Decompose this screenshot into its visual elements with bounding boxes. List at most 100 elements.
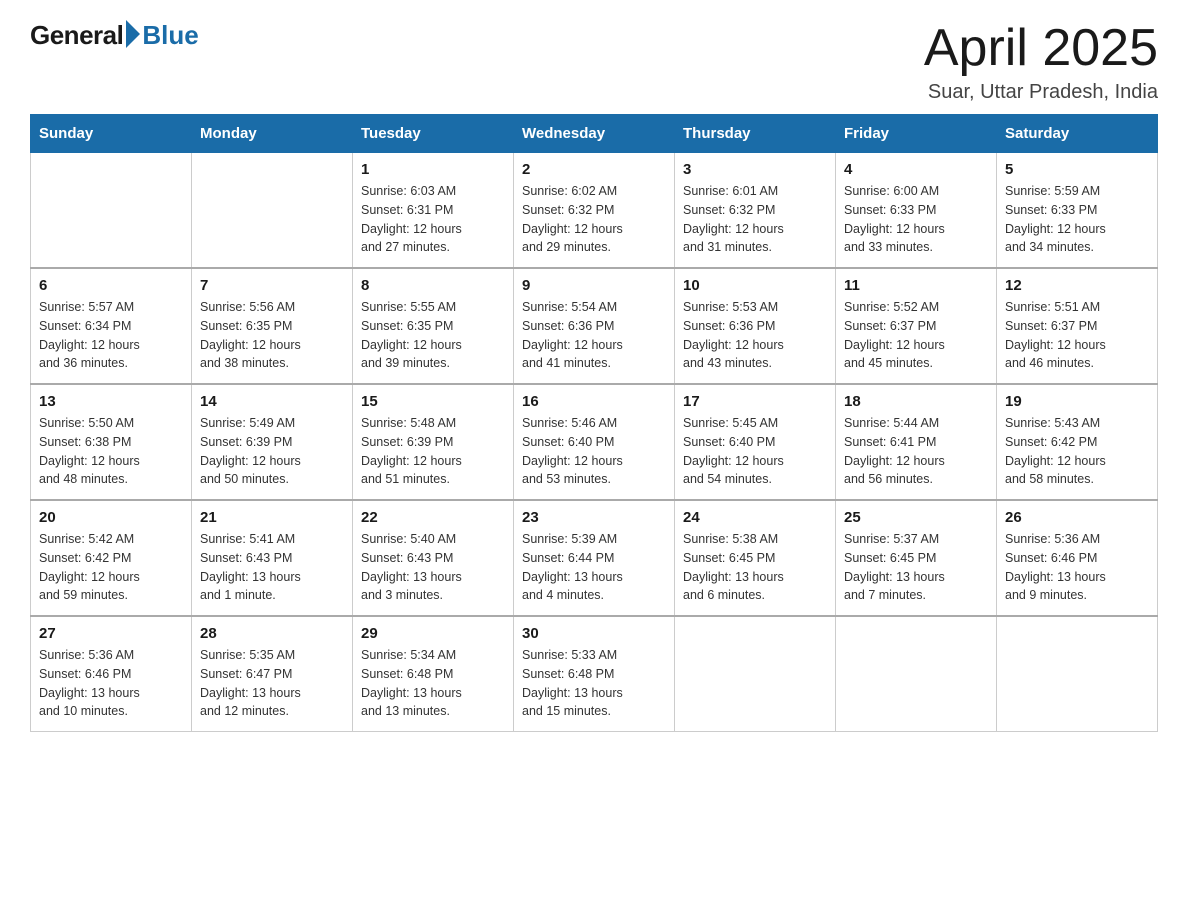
day-number: 17 <box>683 393 827 410</box>
day-info: Sunrise: 5:34 AM Sunset: 6:48 PM Dayligh… <box>361 646 505 721</box>
day-number: 8 <box>361 277 505 294</box>
month-title: April 2025 <box>924 20 1158 77</box>
day-info: Sunrise: 6:03 AM Sunset: 6:31 PM Dayligh… <box>361 182 505 257</box>
day-info: Sunrise: 5:57 AM Sunset: 6:34 PM Dayligh… <box>39 298 183 373</box>
day-number: 3 <box>683 161 827 178</box>
day-number: 10 <box>683 277 827 294</box>
day-info: Sunrise: 5:33 AM Sunset: 6:48 PM Dayligh… <box>522 646 666 721</box>
col-header-saturday: Saturday <box>997 115 1158 153</box>
calendar-cell: 7 Sunrise: 5:56 AM Sunset: 6:35 PM Daylig… <box>192 268 353 384</box>
day-number: 28 <box>200 625 344 642</box>
calendar-cell: 4 Sunrise: 6:00 AM Sunset: 6:33 PM Daylig… <box>836 153 997 269</box>
calendar-cell: 6 Sunrise: 5:57 AM Sunset: 6:34 PM Daylig… <box>31 268 192 384</box>
day-info: Sunrise: 6:01 AM Sunset: 6:32 PM Dayligh… <box>683 182 827 257</box>
calendar-cell: 30 Sunrise: 5:33 AM Sunset: 6:48 PM Dayli… <box>514 616 675 732</box>
calendar-cell: 13 Sunrise: 5:50 AM Sunset: 6:38 PM Dayli… <box>31 384 192 500</box>
col-header-thursday: Thursday <box>675 115 836 153</box>
day-number: 30 <box>522 625 666 642</box>
location-title: Suar, Uttar Pradesh, India <box>924 81 1158 104</box>
calendar-cell <box>31 153 192 269</box>
calendar-cell: 25 Sunrise: 5:37 AM Sunset: 6:45 PM Dayli… <box>836 500 997 616</box>
day-info: Sunrise: 5:36 AM Sunset: 6:46 PM Dayligh… <box>1005 530 1149 605</box>
calendar-cell <box>675 616 836 732</box>
col-header-wednesday: Wednesday <box>514 115 675 153</box>
day-number: 22 <box>361 509 505 526</box>
day-number: 25 <box>844 509 988 526</box>
calendar-week-5: 27 Sunrise: 5:36 AM Sunset: 6:46 PM Dayli… <box>31 616 1158 732</box>
day-number: 23 <box>522 509 666 526</box>
day-number: 19 <box>1005 393 1149 410</box>
calendar-cell <box>192 153 353 269</box>
day-info: Sunrise: 5:56 AM Sunset: 6:35 PM Dayligh… <box>200 298 344 373</box>
calendar-cell: 14Sunrise: 5:49 AM Sunset: 6:39 PM Dayli… <box>192 384 353 500</box>
day-number: 27 <box>39 625 183 642</box>
day-info: Sunrise: 5:48 AM Sunset: 6:39 PM Dayligh… <box>361 414 505 489</box>
day-number: 14 <box>200 393 344 410</box>
calendar-cell: 26 Sunrise: 5:36 AM Sunset: 6:46 PM Dayli… <box>997 500 1158 616</box>
day-number: 6 <box>39 277 183 294</box>
day-number: 2 <box>522 161 666 178</box>
logo-general-text: General <box>30 20 123 51</box>
day-info: Sunrise: 5:53 AM Sunset: 6:36 PM Dayligh… <box>683 298 827 373</box>
day-info: Sunrise: 5:40 AM Sunset: 6:43 PM Dayligh… <box>361 530 505 605</box>
day-info: Sunrise: 5:41 AM Sunset: 6:43 PM Dayligh… <box>200 530 344 605</box>
day-info: Sunrise: 5:54 AM Sunset: 6:36 PM Dayligh… <box>522 298 666 373</box>
day-info: Sunrise: 5:51 AM Sunset: 6:37 PM Dayligh… <box>1005 298 1149 373</box>
day-info: Sunrise: 5:45 AM Sunset: 6:40 PM Dayligh… <box>683 414 827 489</box>
day-info: Sunrise: 5:50 AM Sunset: 6:38 PM Dayligh… <box>39 414 183 489</box>
calendar-cell: 24Sunrise: 5:38 AM Sunset: 6:45 PM Dayli… <box>675 500 836 616</box>
calendar-cell: 29 Sunrise: 5:34 AM Sunset: 6:48 PM Dayli… <box>353 616 514 732</box>
calendar-cell: 21Sunrise: 5:41 AM Sunset: 6:43 PM Dayli… <box>192 500 353 616</box>
calendar-cell <box>997 616 1158 732</box>
day-number: 20 <box>39 509 183 526</box>
day-info: Sunrise: 5:36 AM Sunset: 6:46 PM Dayligh… <box>39 646 183 721</box>
calendar-week-3: 13 Sunrise: 5:50 AM Sunset: 6:38 PM Dayli… <box>31 384 1158 500</box>
day-info: Sunrise: 5:35 AM Sunset: 6:47 PM Dayligh… <box>200 646 344 721</box>
day-info: Sunrise: 5:46 AM Sunset: 6:40 PM Dayligh… <box>522 414 666 489</box>
calendar-cell: 20 Sunrise: 5:42 AM Sunset: 6:42 PM Dayli… <box>31 500 192 616</box>
day-number: 16 <box>522 393 666 410</box>
calendar-week-4: 20 Sunrise: 5:42 AM Sunset: 6:42 PM Dayli… <box>31 500 1158 616</box>
day-info: Sunrise: 5:42 AM Sunset: 6:42 PM Dayligh… <box>39 530 183 605</box>
logo-blue-text: Blue <box>142 20 198 51</box>
calendar-cell: 16 Sunrise: 5:46 AM Sunset: 6:40 PM Dayli… <box>514 384 675 500</box>
day-info: Sunrise: 5:59 AM Sunset: 6:33 PM Dayligh… <box>1005 182 1149 257</box>
calendar-cell: 11Sunrise: 5:52 AM Sunset: 6:37 PM Dayli… <box>836 268 997 384</box>
calendar-cell: 27 Sunrise: 5:36 AM Sunset: 6:46 PM Dayli… <box>31 616 192 732</box>
day-number: 7 <box>200 277 344 294</box>
day-number: 12 <box>1005 277 1149 294</box>
day-number: 29 <box>361 625 505 642</box>
calendar-cell: 5 Sunrise: 5:59 AM Sunset: 6:33 PM Daylig… <box>997 153 1158 269</box>
logo-arrow-icon <box>126 20 140 48</box>
calendar-table: SundayMondayTuesdayWednesdayThursdayFrid… <box>30 114 1158 732</box>
title-section: April 2025 Suar, Uttar Pradesh, India <box>924 20 1158 104</box>
day-info: Sunrise: 5:37 AM Sunset: 6:45 PM Dayligh… <box>844 530 988 605</box>
calendar-cell: 17 Sunrise: 5:45 AM Sunset: 6:40 PM Dayli… <box>675 384 836 500</box>
calendar-cell: 10 Sunrise: 5:53 AM Sunset: 6:36 PM Dayli… <box>675 268 836 384</box>
calendar-cell: 28 Sunrise: 5:35 AM Sunset: 6:47 PM Dayli… <box>192 616 353 732</box>
day-number: 9 <box>522 277 666 294</box>
day-number: 26 <box>1005 509 1149 526</box>
calendar-cell: 23Sunrise: 5:39 AM Sunset: 6:44 PM Dayli… <box>514 500 675 616</box>
col-header-tuesday: Tuesday <box>353 115 514 153</box>
calendar-cell: 15Sunrise: 5:48 AM Sunset: 6:39 PM Dayli… <box>353 384 514 500</box>
day-number: 5 <box>1005 161 1149 178</box>
calendar-cell: 19 Sunrise: 5:43 AM Sunset: 6:42 PM Dayli… <box>997 384 1158 500</box>
calendar-header-row: SundayMondayTuesdayWednesdayThursdayFrid… <box>31 115 1158 153</box>
calendar-cell: 3 Sunrise: 6:01 AM Sunset: 6:32 PM Daylig… <box>675 153 836 269</box>
day-info: Sunrise: 6:02 AM Sunset: 6:32 PM Dayligh… <box>522 182 666 257</box>
day-info: Sunrise: 5:44 AM Sunset: 6:41 PM Dayligh… <box>844 414 988 489</box>
calendar-cell: 12 Sunrise: 5:51 AM Sunset: 6:37 PM Dayli… <box>997 268 1158 384</box>
day-number: 4 <box>844 161 988 178</box>
calendar-cell: 8 Sunrise: 5:55 AM Sunset: 6:35 PM Daylig… <box>353 268 514 384</box>
day-info: Sunrise: 5:43 AM Sunset: 6:42 PM Dayligh… <box>1005 414 1149 489</box>
day-info: Sunrise: 5:55 AM Sunset: 6:35 PM Dayligh… <box>361 298 505 373</box>
day-info: Sunrise: 6:00 AM Sunset: 6:33 PM Dayligh… <box>844 182 988 257</box>
page-header: General Blue April 2025 Suar, Uttar Prad… <box>30 20 1158 104</box>
col-header-sunday: Sunday <box>31 115 192 153</box>
calendar-week-2: 6 Sunrise: 5:57 AM Sunset: 6:34 PM Daylig… <box>31 268 1158 384</box>
day-info: Sunrise: 5:38 AM Sunset: 6:45 PM Dayligh… <box>683 530 827 605</box>
calendar-cell: 2 Sunrise: 6:02 AM Sunset: 6:32 PM Daylig… <box>514 153 675 269</box>
col-header-monday: Monday <box>192 115 353 153</box>
day-number: 13 <box>39 393 183 410</box>
